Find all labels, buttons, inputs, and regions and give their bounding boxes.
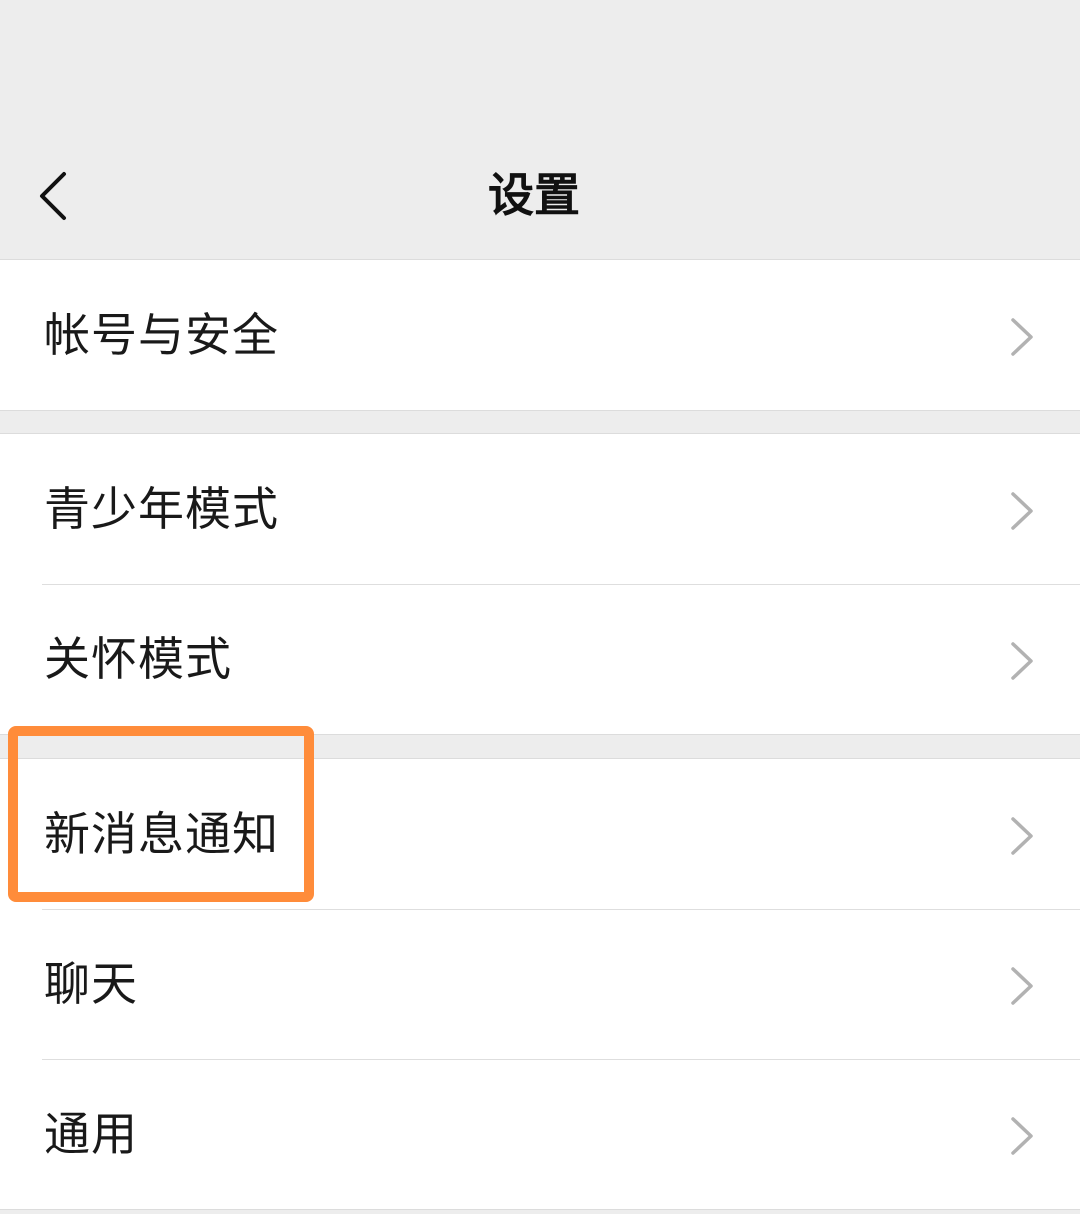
chevron-right-icon (1011, 1117, 1033, 1155)
chevron-right-icon (1011, 492, 1033, 530)
page-title: 设置 (488, 168, 580, 222)
settings-item-general[interactable]: 通用 (0, 1059, 1080, 1209)
settings-item-label: 通用 (44, 1107, 138, 1161)
settings-item-teen-mode[interactable]: 青少年模式 (0, 434, 1080, 584)
settings-group-modes: 青少年模式 关怀模式 (0, 433, 1080, 735)
settings-item-chat[interactable]: 聊天 (0, 909, 1080, 1059)
settings-item-care-mode[interactable]: 关怀模式 (0, 584, 1080, 734)
chevron-right-icon (1011, 967, 1033, 1005)
settings-item-label: 青少年模式 (44, 482, 279, 536)
nav-bar: 设置 (0, 0, 1080, 260)
settings-item-label: 帐号与安全 (44, 308, 279, 362)
settings-item-new-message-notification[interactable]: 新消息通知 (0, 759, 1080, 909)
chevron-right-icon (1011, 642, 1033, 680)
chevron-right-icon (1011, 318, 1033, 356)
settings-group-general: 新消息通知 聊天 通用 (0, 758, 1080, 1210)
settings-item-account-security[interactable]: 帐号与安全 (0, 260, 1080, 410)
settings-item-label: 关怀模式 (44, 632, 232, 686)
settings-item-label: 聊天 (44, 957, 138, 1011)
settings-group-account: 帐号与安全 (0, 259, 1080, 411)
settings-item-label: 新消息通知 (44, 807, 279, 861)
chevron-right-icon (1011, 817, 1033, 855)
